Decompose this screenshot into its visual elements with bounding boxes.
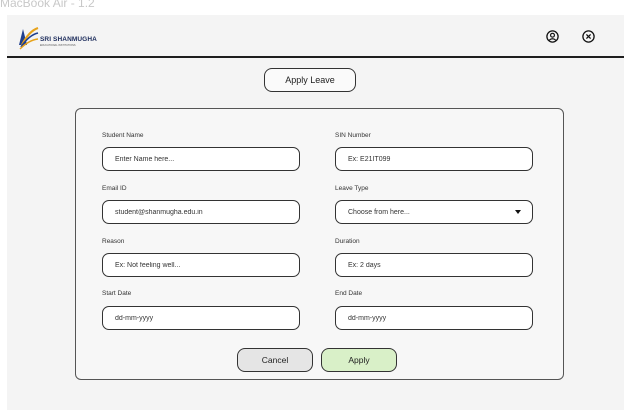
close-icon[interactable] [582,30,595,43]
cancel-button[interactable]: Cancel [237,348,313,372]
apply-button[interactable]: Apply [321,348,397,372]
email-label: Email ID [102,185,127,192]
brand-name: SRI SHANMUGHA [40,36,97,43]
sin-number-input[interactable] [335,147,533,171]
leave-type-label: Leave Type [335,185,369,192]
end-date-label: End Date [335,290,363,297]
brand-tagline: EDUCATIONAL INSTITUTIONS [40,44,76,47]
apply-leave-button[interactable]: Apply Leave [264,68,356,92]
leave-type-select[interactable]: Choose from here... [335,200,533,224]
end-date-input[interactable] [335,306,533,330]
student-name-input[interactable] [102,147,300,171]
brand-logo[interactable]: SRI SHANMUGHA EDUCATIONAL INSTITUTIONS [17,25,117,51]
start-date-input[interactable] [102,306,300,330]
top-header: SRI SHANMUGHA EDUCATIONAL INSTITUTIONS [7,15,624,58]
frame-label: MacBook Air - 1.2 [0,0,95,10]
student-name-label: Student Name [102,132,144,139]
duration-label: Duration [335,238,360,245]
start-date-label: Start Date [102,290,132,297]
chevron-down-icon [515,210,521,214]
sin-number-label: SIN Number [335,132,371,139]
duration-input[interactable] [335,253,533,277]
reason-label: Reason [102,238,125,245]
leave-type-selected: Choose from here... [348,208,410,216]
email-input[interactable] [102,200,300,224]
logo-emblem-icon [19,26,39,50]
profile-icon[interactable] [546,30,559,43]
reason-input[interactable] [102,253,300,277]
